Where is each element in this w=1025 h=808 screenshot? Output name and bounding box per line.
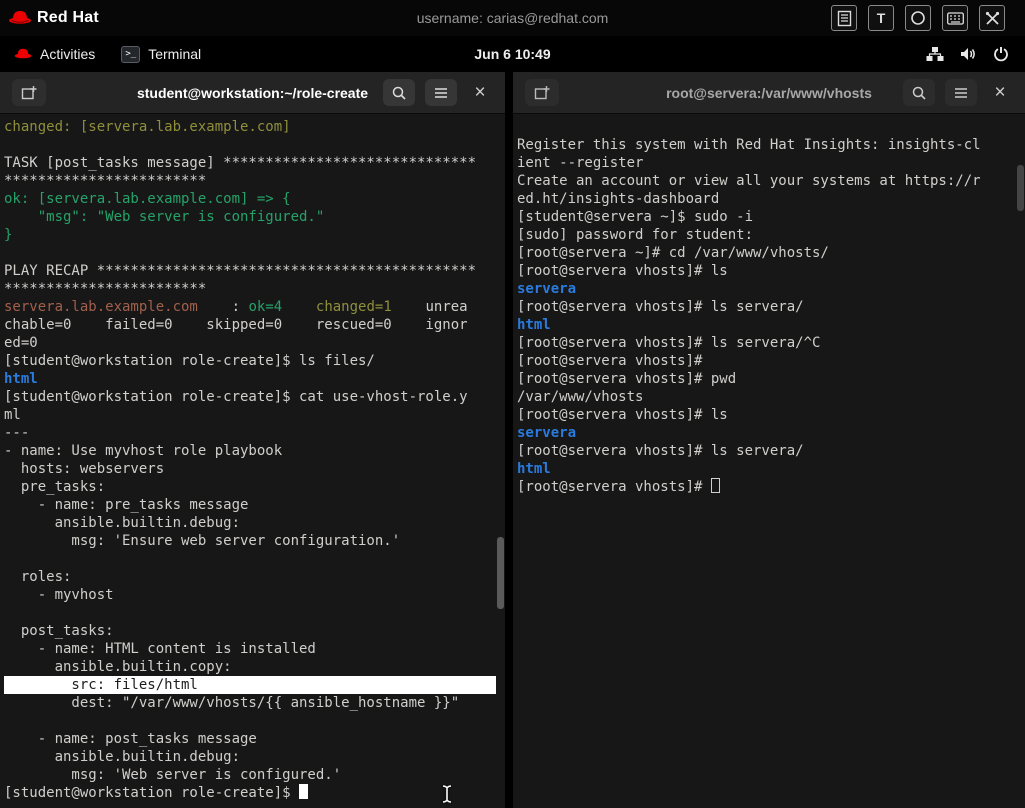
redhat-logo-text: Red Hat — [37, 9, 99, 26]
terminal-line: /var/www/vhosts — [517, 389, 644, 405]
terminal-line: [sudo] password for student: — [517, 227, 754, 243]
terminal-line: - myvhost — [4, 587, 114, 603]
volume-icon[interactable] — [960, 46, 977, 62]
terminal-line: [root@servera vhosts]# — [517, 353, 703, 369]
terminal-line: ansible.builtin.debug: — [4, 515, 241, 531]
clipboard-icon[interactable] — [831, 5, 857, 31]
record-icon[interactable] — [905, 5, 931, 31]
terminal-line: ient --register — [517, 155, 644, 171]
app-menu-terminal[interactable]: >_ Terminal — [121, 45, 202, 63]
terminal-line: pre_tasks: — [4, 479, 106, 495]
terminal-line: [root@servera vhosts]# ls — [517, 407, 728, 423]
terminal-line: msg: 'Ensure web server configuration.' — [4, 533, 401, 549]
gnome-top-bar: Activities >_ Terminal Jun 6 10:49 — [0, 36, 1025, 72]
activities-label: Activities — [40, 46, 96, 62]
system-top-bar: Red Hat username: carias@redhat.com T — [0, 0, 1025, 36]
terminal-line: ************************ — [4, 281, 207, 297]
terminal-line: [root@servera ~]# cd /var/www/vhosts/ — [517, 245, 829, 261]
terminal-line: "msg": "Web server is configured." — [4, 209, 325, 225]
left-terminal-content[interactable]: changed: [servera.lab.example.com] TASK [… — [0, 114, 505, 808]
terminal-window-servera: root@servera:/var/www/vhosts × Register … — [513, 72, 1025, 808]
right-terminal-header: root@servera:/var/www/vhosts × — [513, 72, 1025, 114]
tools-icon[interactable] — [979, 5, 1005, 31]
terminal-line: html — [517, 461, 551, 477]
terminal-line: } — [4, 227, 13, 243]
terminal-line: [root@servera vhosts]# ls servera/ — [517, 299, 804, 315]
terminal-line: [root@servera vhosts]# pwd — [517, 371, 737, 387]
terminal-line: [student@workstation role-create]$ cat u… — [4, 389, 468, 405]
activities-fedora-icon — [14, 47, 32, 61]
right-scrollbar-thumb[interactable] — [1017, 165, 1024, 211]
terminal-line: hosts: webservers — [4, 461, 165, 477]
terminal-line: roles: — [4, 569, 72, 585]
menu-button[interactable] — [425, 79, 457, 106]
search-button[interactable] — [903, 79, 935, 106]
app-menu-label: Terminal — [148, 46, 202, 62]
terminal-line: [root@servera vhosts]# ls servera/ — [517, 443, 804, 459]
new-tab-button[interactable] — [12, 79, 46, 106]
terminal-window-workstation: student@workstation:~/role-create × chan… — [0, 72, 505, 808]
new-tab-button[interactable] — [525, 79, 559, 106]
terminal-line: Create an account or view all your syste… — [517, 173, 981, 189]
terminal-line: ansible.builtin.debug: — [4, 749, 241, 765]
terminal-line: dest: "/var/www/vhosts/{{ ansible_hostna… — [4, 695, 460, 711]
terminal-line: [student@workstation role-create]$ ls fi… — [4, 353, 375, 369]
terminal-line: servera.lab.example.com : ok=4 changed=1… — [4, 299, 468, 315]
power-icon[interactable] — [993, 46, 1009, 62]
terminal-line: servera — [517, 281, 577, 297]
terminal-line: [root@servera vhosts]# ls — [517, 263, 728, 279]
terminal-line: - name: pre_tasks message — [4, 497, 249, 513]
terminal-line: [root@servera vhosts]# — [517, 478, 1016, 496]
close-button[interactable]: × — [987, 80, 1013, 106]
terminal-line: msg: 'Web server is configured.' — [4, 767, 342, 783]
terminal-app-icon: >_ — [121, 45, 141, 63]
terminal-line: ed=0 — [4, 335, 38, 351]
terminal-line: [student@workstation role-create]$ — [4, 784, 496, 802]
terminal-line: ************************ — [4, 173, 207, 189]
terminal-line: servera — [517, 425, 577, 441]
terminal-line: Register this system with Red Hat Insigh… — [517, 137, 981, 153]
text-tool-icon[interactable]: T — [868, 5, 894, 31]
terminal-line: html — [517, 317, 551, 333]
menu-button[interactable] — [945, 79, 977, 106]
terminal-line: [root@servera vhosts]# ls servera/^C — [517, 335, 821, 351]
redhat-fedora-icon — [8, 9, 32, 27]
terminal-cursor-unfocused — [710, 478, 720, 493]
left-terminal-header: student@workstation:~/role-create × — [0, 72, 505, 114]
terminal-line: - name: post_tasks message — [4, 731, 257, 747]
terminal-line: post_tasks: — [4, 623, 114, 639]
terminal-line: html — [4, 371, 38, 387]
network-icon[interactable] — [926, 46, 944, 62]
terminal-line: ed.ht/insights-dashboard — [517, 191, 720, 207]
terminal-line: ok: [servera.lab.example.com] => { — [4, 191, 291, 207]
right-terminal-content[interactable]: Register this system with Red Hat Insigh… — [513, 114, 1025, 808]
terminal-line: - name: HTML content is installed — [4, 641, 316, 657]
redhat-logo: Red Hat — [0, 9, 99, 27]
tray-icons: T — [831, 5, 1025, 31]
terminal-line: PLAY RECAP *****************************… — [4, 263, 477, 279]
terminal-line: changed: [servera.lab.example.com] — [4, 119, 291, 135]
terminal-line: ml — [4, 407, 21, 423]
left-scrollbar-thumb[interactable] — [497, 537, 504, 609]
terminal-line: ansible.builtin.copy: — [4, 659, 232, 675]
terminal-line: TASK [post_tasks message] **************… — [4, 155, 477, 171]
terminal-cursor-focused — [299, 784, 309, 799]
search-button[interactable] — [383, 79, 415, 106]
terminal-line: - name: Use myvhost role playbook — [4, 443, 283, 459]
terminal-line: chable=0 failed=0 skipped=0 rescued=0 ig… — [4, 317, 468, 333]
terminal-line-selected: src: files/html — [4, 676, 496, 694]
terminal-line: --- — [4, 425, 30, 441]
terminal-line: [student@servera ~]$ sudo -i — [517, 209, 754, 225]
close-button[interactable]: × — [467, 80, 493, 106]
activities-button[interactable]: Activities — [14, 46, 95, 62]
keyboard-icon[interactable] — [942, 5, 968, 31]
